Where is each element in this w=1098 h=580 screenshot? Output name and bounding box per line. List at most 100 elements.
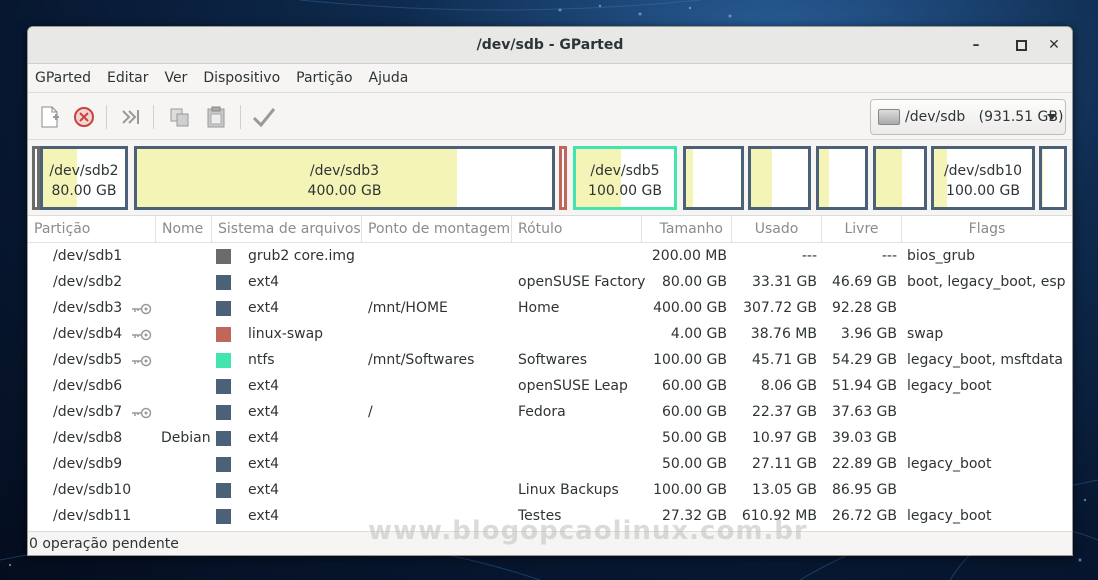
table-row[interactable]: /dev/sdb8 Debian ext4 50.00 GB 10.97 GB 39.03… <box>28 425 1072 451</box>
cell-label <box>518 321 642 347</box>
cell-filesystem: ext4 <box>248 482 280 498</box>
cell-flags <box>907 399 1069 425</box>
table-row[interactable]: /dev/sdb5 ntfs/mnt/Softwares Softwares 100.… <box>28 347 1072 373</box>
cell-flags: legacy_boot <box>907 456 992 472</box>
delete-partition-icon[interactable] <box>70 103 98 131</box>
cell-used: 38.76 MB <box>750 326 817 342</box>
new-partition-icon[interactable] <box>36 103 64 131</box>
cell-used: 610.92 MB <box>741 508 817 524</box>
maximize-icon[interactable] <box>1005 27 1037 63</box>
table-row[interactable]: /dev/sdb2 ext4 openSUSE Factory 80.00 GB 33.… <box>28 269 1072 295</box>
cell-filesystem: ext4 <box>248 456 280 472</box>
copy-icon[interactable] <box>166 103 194 131</box>
header-usado[interactable]: Usado <box>732 216 822 242</box>
cell-label <box>518 243 642 269</box>
cell-label <box>518 425 642 451</box>
map-partition-sdb7[interactable] <box>748 146 811 210</box>
table-row[interactable]: /dev/sdb3 ext4/mnt/HOME Home 400.00 GB 307.7… <box>28 295 1072 321</box>
cell-size: 80.00 GB <box>662 274 727 290</box>
menu-ver[interactable]: Ver <box>156 64 195 92</box>
used-space <box>686 149 694 207</box>
header-flags[interactable]: Flags <box>902 216 1072 242</box>
cell-filesystem: ext4 <box>248 300 280 316</box>
cell-partition: /dev/sdb1 <box>53 248 123 264</box>
toolbar-separator <box>240 105 241 129</box>
used-space <box>876 149 902 207</box>
map-partition-sdb9[interactable] <box>873 146 927 210</box>
cell-mountpoint <box>368 451 508 477</box>
menu-gparted[interactable]: GParted <box>35 64 99 92</box>
cell-mountpoint <box>368 477 508 503</box>
map-partition-name: /dev/sdb3 <box>309 163 380 179</box>
cell-size: 50.00 GB <box>662 430 727 446</box>
table-row[interactable]: /dev/sdb4 linux-swap 4.00 GB 38.76 MB 3.96 G… <box>28 321 1072 347</box>
map-label: /dev/sdb2 80.00 GB <box>43 161 125 201</box>
menu-dispositivo[interactable]: Dispositivo <box>195 64 288 92</box>
map-partition-sdb3[interactable]: /dev/sdb3 400.00 GB <box>134 146 555 210</box>
cell-name <box>161 451 211 477</box>
status-bar: 0 operação pendente <box>28 531 1072 555</box>
map-partition-sdb5[interactable]: /dev/sdb5 100.00 GB <box>573 146 677 210</box>
cell-size: 60.00 GB <box>662 378 727 394</box>
cell-mountpoint <box>368 243 508 269</box>
cell-partition: /dev/sdb11 <box>53 508 132 524</box>
apply-checkmark-icon[interactable] <box>250 103 278 131</box>
window-title: /dev/sdb - GParted <box>476 37 624 53</box>
cell-flags: bios_grub <box>907 248 976 264</box>
filesystem-color-swatch <box>216 457 231 472</box>
cell-mountpoint <box>368 321 508 347</box>
cell-free: 22.89 GB <box>832 456 897 472</box>
menu-editar[interactable]: Editar <box>99 64 156 92</box>
minimize-icon[interactable]: – <box>960 27 992 63</box>
header-sistema-arquivos[interactable]: Sistema de arquivos <box>212 216 362 242</box>
cell-filesystem: ext4 <box>248 378 280 394</box>
cell-used: --- <box>801 248 817 264</box>
paste-icon[interactable] <box>202 103 230 131</box>
used-space <box>819 149 830 207</box>
chevron-down-icon <box>1047 114 1057 120</box>
used-space <box>751 149 773 207</box>
table-row[interactable]: /dev/sdb11 ext4 Testes 27.32 GB 610.92 MB 26.… <box>28 503 1072 529</box>
close-icon[interactable]: ✕ <box>1038 27 1070 63</box>
cell-free: 92.28 GB <box>832 300 897 316</box>
map-partition-sdb2[interactable]: /dev/sdb2 80.00 GB <box>40 146 128 210</box>
cell-mountpoint <box>368 503 508 529</box>
cell-flags: legacy_boot, msftdata <box>907 352 1063 368</box>
table-row[interactable]: /dev/sdb6 ext4 openSUSE Leap 60.00 GB 8.06 G… <box>28 373 1072 399</box>
table-row[interactable]: /dev/sdb9 ext4 50.00 GB 27.11 GB 22.89 GB leg… <box>28 451 1072 477</box>
menu-bar: GParted Editar Ver Dispositivo Partição … <box>28 64 1072 93</box>
header-ponto-montagem[interactable]: Ponto de montagem <box>362 216 512 242</box>
map-label: /dev/sdb5 100.00 GB <box>576 161 674 201</box>
map-partition-sdb4[interactable] <box>559 146 567 210</box>
cell-label: Fedora <box>518 404 566 420</box>
header-livre[interactable]: Livre <box>822 216 902 242</box>
map-partition-sdb10[interactable]: /dev/sdb10 100.00 GB <box>931 146 1035 210</box>
cell-size: 27.32 GB <box>662 508 727 524</box>
cell-size: 100.00 GB <box>653 352 727 368</box>
map-partition-size: 100.00 GB <box>588 183 662 199</box>
header-tamanho[interactable]: Tamanho <box>642 216 732 242</box>
gparted-window: /dev/sdb - GParted – ✕ GParted Editar Ve… <box>27 26 1073 556</box>
cell-free: 54.29 GB <box>832 352 897 368</box>
toolbar: /dev/sdb (931.51 GB) <box>28 93 1072 140</box>
header-particao[interactable]: Partição <box>28 216 156 242</box>
map-partition-sdb11[interactable] <box>1039 146 1067 210</box>
title-bar: /dev/sdb - GParted – ✕ <box>28 27 1072 64</box>
map-partition-sdb1[interactable] <box>32 146 40 210</box>
cell-size: 60.00 GB <box>662 404 727 420</box>
header-nome[interactable]: Nome <box>156 216 212 242</box>
resize-move-icon[interactable] <box>117 103 145 131</box>
cell-mountpoint <box>368 425 508 451</box>
table-row[interactable]: /dev/sdb10 ext4 Linux Backups 100.00 GB 13.0… <box>28 477 1072 503</box>
table-row[interactable]: /dev/sdb1 grub2 core.img 200.00 MB --- --- bi… <box>28 243 1072 269</box>
table-row[interactable]: /dev/sdb7 ext4/Fedora 60.00 GB 22.37 GB 37.6… <box>28 399 1072 425</box>
map-partition-sdb6[interactable] <box>683 146 744 210</box>
menu-ajuda[interactable]: Ajuda <box>361 64 417 92</box>
cell-free: --- <box>881 248 897 264</box>
cell-flags: boot, legacy_boot, esp <box>907 274 1066 290</box>
mounted-key-icon <box>131 303 153 319</box>
device-selector[interactable]: /dev/sdb (931.51 GB) <box>870 99 1066 135</box>
map-partition-sdb8[interactable] <box>816 146 868 210</box>
menu-particao[interactable]: Partição <box>288 64 360 92</box>
header-rotulo[interactable]: Rótulo <box>512 216 642 242</box>
